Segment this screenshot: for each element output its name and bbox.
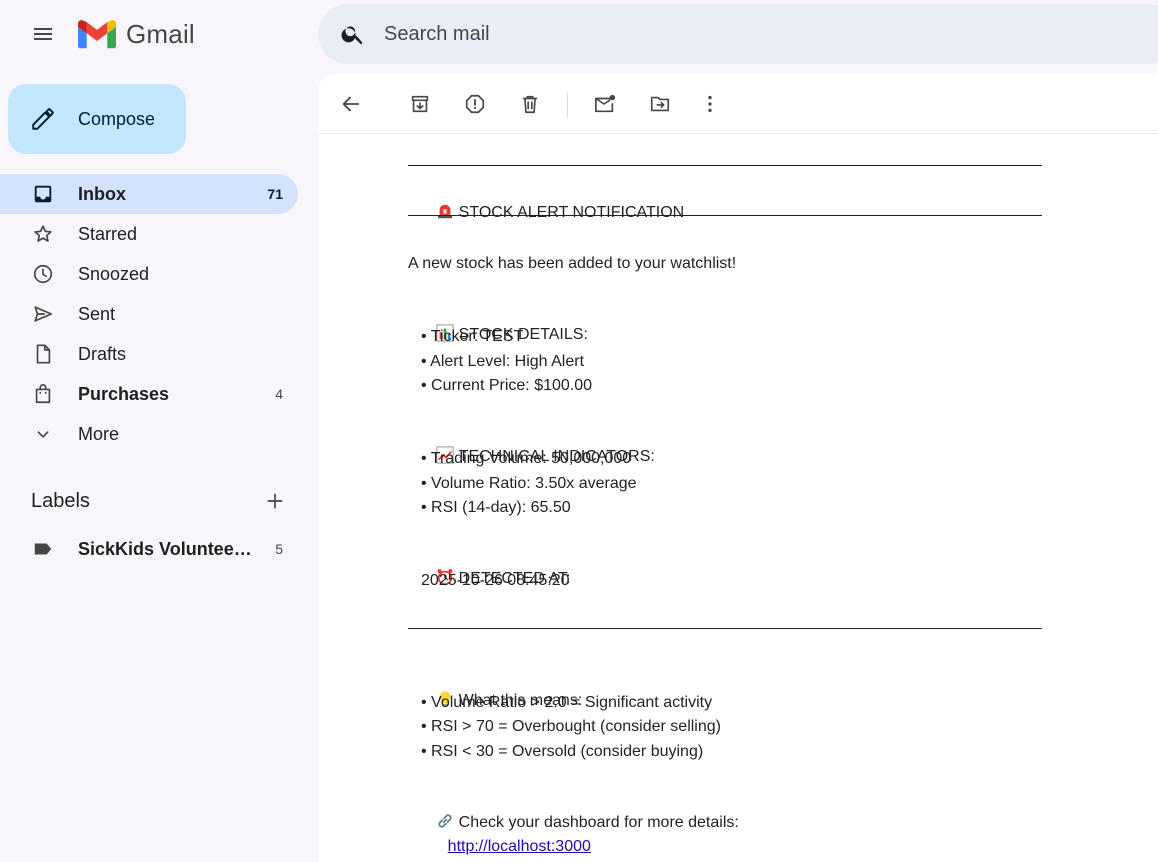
details-heading-line: STOCK DETAILS: — [408, 302, 588, 343]
detected-heading-line: DETECTED AT: — [408, 546, 570, 587]
dashboard-link[interactable]: http://localhost:3000 — [448, 838, 591, 855]
search-input[interactable] — [384, 22, 984, 46]
report-spam-icon — [465, 94, 485, 114]
archive-icon — [411, 95, 429, 113]
detail-alert-level: • Alert Level: High Alert — [421, 353, 585, 370]
toolbar-divider — [567, 92, 568, 118]
gmail-m-icon — [78, 20, 116, 49]
sidebar-item-label: More — [78, 423, 120, 444]
label-name: SickKids Volunteeri... — [78, 538, 258, 559]
shopping-bag-icon — [31, 382, 55, 406]
label-tag-icon — [31, 537, 55, 561]
clock-icon — [31, 262, 55, 286]
unread-count: 71 — [267, 186, 283, 202]
more-vertical-icon — [708, 95, 712, 113]
message-toolbar — [318, 74, 1158, 134]
compose-label: Compose — [78, 108, 156, 129]
detail-ticker: • Ticker: TEST — [421, 328, 524, 345]
archive-button[interactable] — [400, 84, 440, 124]
create-label-button[interactable] — [261, 487, 289, 515]
inbox-icon — [31, 182, 55, 206]
pencil-icon — [30, 106, 56, 132]
indicator-volume: • Trading Volume: 50,000,000 — [421, 450, 632, 467]
sidebar-item-drafts[interactable]: Drafts — [0, 334, 298, 374]
trash-icon — [522, 95, 538, 114]
message-view: STOCK ALERT NOTIFICATION A new stock has… — [318, 74, 1158, 862]
star-icon — [31, 222, 55, 246]
top-bar: Gmail — [0, 0, 1158, 68]
divider-rule — [408, 154, 1042, 176]
search-icon — [341, 26, 363, 45]
sidebar-item-label: Snoozed — [78, 263, 150, 284]
delete-button[interactable] — [510, 84, 550, 124]
plus-icon — [267, 493, 283, 509]
indicator-rsi: • RSI (14-day): 65.50 — [421, 499, 571, 516]
divider-rule — [408, 204, 1042, 226]
sidebar-item-label: Drafts — [78, 343, 127, 364]
email-intro: A new stock has been added to your watch… — [408, 255, 737, 272]
indicator-volume-ratio: • Volume Ratio: 3.50x average — [421, 475, 637, 492]
divider-rule — [408, 617, 1042, 639]
mark-unread-button[interactable] — [585, 84, 625, 124]
move-to-button[interactable] — [640, 84, 680, 124]
app-name: Gmail — [126, 18, 195, 49]
sidebar-item-sent[interactable]: Sent — [0, 294, 298, 334]
arrow-back-icon — [342, 96, 360, 112]
sidebar-item-starred[interactable]: Starred — [0, 214, 298, 254]
sidebar-item-inbox[interactable]: Inbox 71 — [0, 174, 298, 214]
sidebar-nav: Inbox 71 Starred Snoozed Sent Drafts Pur… — [0, 174, 298, 454]
sidebar-item-label: Inbox — [78, 183, 126, 204]
indicators-heading-line: TECHNICAL INDICATORS: — [408, 424, 655, 465]
labels-header: Labels — [31, 485, 293, 517]
dashboard-line: Check your dashboard for more details: — [408, 790, 739, 831]
sidebar-item-snoozed[interactable]: Snoozed — [0, 254, 298, 294]
means-overbought: • RSI > 70 = Overbought (consider sellin… — [421, 718, 721, 735]
sidebar-item-label: Sent — [78, 303, 116, 324]
main-menu-button[interactable] — [19, 10, 67, 58]
mark-unread-icon — [595, 94, 616, 113]
search-bar — [318, 4, 1158, 64]
back-button[interactable] — [331, 84, 371, 124]
gmail-logo[interactable]: Gmail — [78, 16, 195, 52]
means-oversold: • RSI < 30 = Oversold (consider buying) — [421, 743, 704, 760]
hamburger-menu-icon — [34, 28, 52, 40]
draft-file-icon — [31, 342, 55, 366]
labels-title: Labels — [31, 489, 90, 512]
more-actions-button[interactable] — [690, 84, 730, 124]
means-heading-line: What this means: — [408, 668, 582, 709]
detected-timestamp: 2025-10-26 08:45:20 — [421, 572, 570, 589]
search-button[interactable] — [322, 4, 384, 64]
report-spam-button[interactable] — [455, 84, 495, 124]
dashboard-link-line: http://localhost:3000 — [408, 814, 591, 855]
compose-button[interactable]: Compose — [8, 84, 186, 154]
unread-count: 4 — [275, 386, 283, 402]
sidebar-item-purchases[interactable]: Purchases 4 — [0, 374, 298, 414]
chevron-down-icon — [31, 422, 55, 446]
sidebar-item-more[interactable]: More — [0, 414, 298, 454]
sidebar-item-label: Starred — [78, 223, 138, 244]
move-to-folder-icon — [650, 96, 670, 112]
label-count: 5 — [275, 541, 283, 557]
sidebar-item-label: Purchases — [78, 383, 170, 404]
alert-title-line: STOCK ALERT NOTIFICATION — [408, 180, 684, 221]
means-volume-ratio: • Volume Ratio > 2.0 = Significant activ… — [421, 694, 713, 711]
label-item-sickkids[interactable]: SickKids Volunteeri... 5 — [0, 529, 298, 569]
detail-current-price: • Current Price: $100.00 — [421, 377, 593, 394]
send-icon — [31, 302, 55, 326]
